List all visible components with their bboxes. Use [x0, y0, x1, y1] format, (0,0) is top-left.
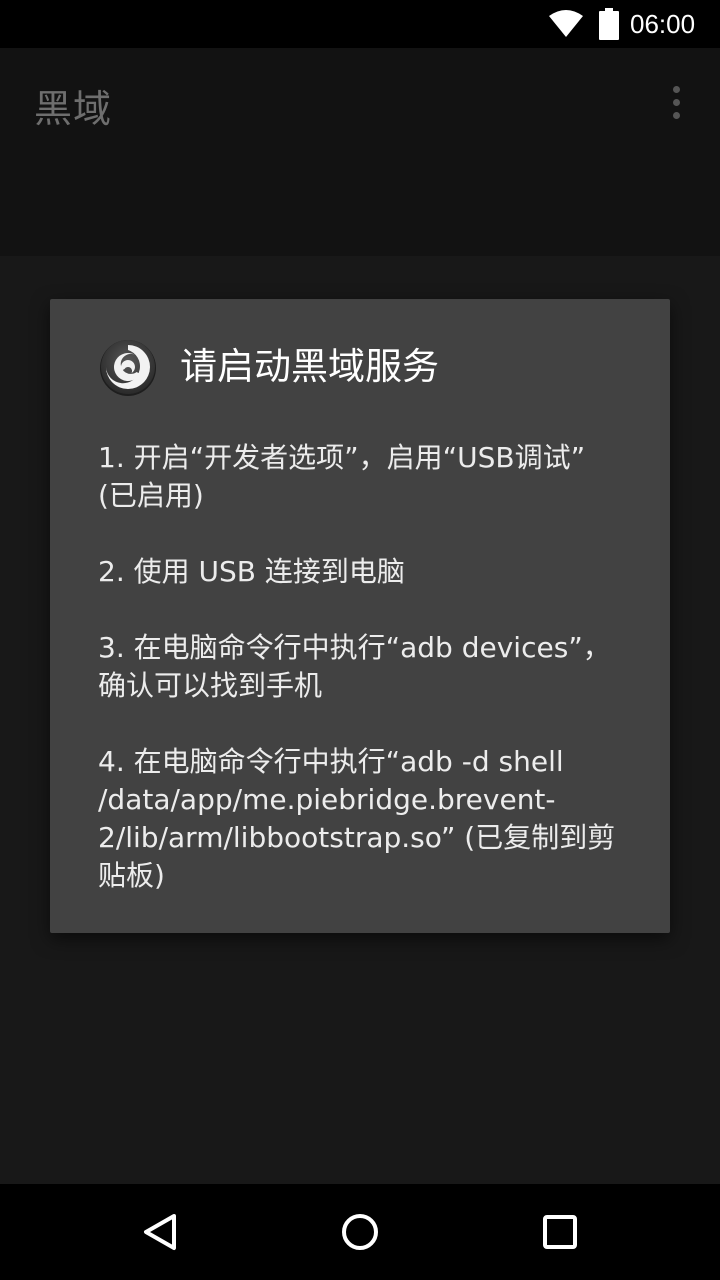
step-4-text: 4. 在电脑命令行中执行“adb -d shell /data/app/me.p… [98, 745, 616, 892]
start-service-dialog: 请启动黑域服务 1. 开启“开发者选项”，启用“USB调试” (已启用) 2. … [50, 299, 670, 933]
battery-icon [599, 8, 619, 40]
back-icon[interactable] [136, 1208, 184, 1256]
step-3-text: 3. 在电脑命令行中执行“adb devices”，确认可以找到手机 [98, 631, 611, 702]
navigation-bar [0, 1184, 720, 1280]
step-2-text: 2. 使用 USB 连接到电脑 [98, 555, 405, 588]
more-vert-icon[interactable] [656, 82, 696, 122]
app-bar: 黑域 [0, 48, 720, 256]
dialog-body: 1. 开启“开发者选项”，启用“USB调试” (已启用) 2. 使用 USB 连… [98, 439, 628, 895]
recents-icon[interactable] [536, 1208, 584, 1256]
home-icon[interactable] [336, 1208, 384, 1256]
brevent-swirl-icon [100, 340, 156, 396]
step-1-text: 1. 开启“开发者选项”，启用“USB调试” (已启用) [98, 441, 586, 512]
dialog-title: 请启动黑域服务 [180, 345, 439, 388]
wifi-icon [549, 10, 583, 37]
app-title: 黑域 [34, 87, 113, 131]
status-time: 06:00 [630, 9, 696, 39]
status-bar: 06:00 [0, 0, 720, 48]
